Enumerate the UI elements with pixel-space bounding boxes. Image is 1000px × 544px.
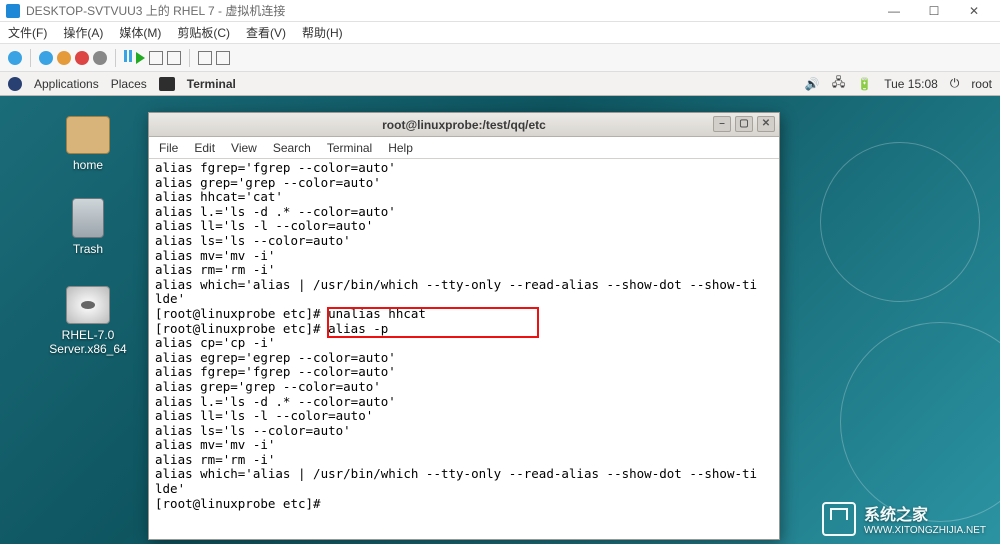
terminal-line: alias fgrep='fgrep --color=auto': [155, 161, 773, 176]
terminal-menu-edit[interactable]: Edit: [194, 141, 215, 155]
watermark-logo-icon: [822, 502, 856, 536]
desktop-icon-label: Trash: [40, 242, 136, 256]
toolbar-start-icon[interactable]: [39, 51, 53, 65]
terminal-line: alias fgrep='fgrep --color=auto': [155, 365, 773, 380]
terminal-minimize-button[interactable]: –: [713, 116, 731, 132]
terminal-line: alias mv='mv -i': [155, 249, 773, 264]
toolbar-shutdown-icon[interactable]: [75, 51, 89, 65]
host-menu-help[interactable]: 帮助(H): [302, 24, 343, 41]
terminal-line: alias ls='ls --color=auto': [155, 234, 773, 249]
toolbar-separator: [189, 49, 190, 67]
terminal-line: alias l.='ls -d .* --color=auto': [155, 205, 773, 220]
applications-menu[interactable]: Applications: [34, 77, 99, 91]
toolbar-share-icon[interactable]: [198, 51, 212, 65]
toolbar-enhanced-icon[interactable]: [216, 51, 230, 65]
system-tray: 🔊 🖧 🔋 Tue 15:08 ⏻ root: [805, 73, 992, 94]
toolbar-separator: [30, 49, 31, 67]
terminal-output[interactable]: alias fgrep='fgrep --color=auto'alias gr…: [149, 159, 779, 513]
terminal-title-bar[interactable]: root@linuxprobe:/test/qq/etc – ▢ ✕: [149, 113, 779, 137]
guest-display: Applications Places Terminal 🔊 🖧 🔋 Tue 1…: [0, 72, 1000, 544]
host-menu-media[interactable]: 媒体(M): [119, 24, 161, 41]
terminal-line: alias rm='rm -i': [155, 453, 773, 468]
terminal-line: alias ll='ls -l --color=auto': [155, 409, 773, 424]
desktop-icon-rhel-disc[interactable]: RHEL-7.0 Server.x86_64: [40, 286, 136, 356]
toolbar-ctrlaltdel-icon[interactable]: [8, 51, 22, 65]
host-menu-file[interactable]: 文件(F): [8, 24, 47, 41]
host-toolbar: [0, 44, 1000, 72]
sound-icon[interactable]: 🔊: [805, 77, 820, 91]
terminal-line: alias rm='rm -i': [155, 263, 773, 278]
host-menu-clipboard[interactable]: 剪贴板(C): [177, 24, 230, 41]
folder-icon: [66, 116, 110, 154]
watermark-name: 系统之家: [864, 501, 986, 525]
terminal-line: alias grep='grep --color=auto': [155, 176, 773, 191]
desktop-icon-home[interactable]: home: [40, 116, 136, 172]
toolbar-separator: [115, 49, 116, 67]
terminal-menu-view[interactable]: View: [231, 141, 257, 155]
host-menu-action[interactable]: 操作(A): [63, 24, 103, 41]
terminal-line: lde': [155, 482, 773, 497]
desktop-icon-trash[interactable]: Trash: [40, 198, 136, 256]
network-icon[interactable]: 🖧: [832, 73, 845, 94]
clock-label[interactable]: Tue 15:08: [884, 77, 938, 91]
toolbar-save-icon[interactable]: [93, 51, 107, 65]
terminal-line: alias grep='grep --color=auto': [155, 380, 773, 395]
host-title-bar: DESKTOP-SVTVUU3 上的 RHEL 7 - 虚拟机连接 — ☐ ✕: [0, 0, 1000, 22]
terminal-line: [root@linuxprobe etc]#: [155, 497, 773, 512]
toolbar-resume-icon[interactable]: [136, 52, 145, 64]
terminal-line: alias ls='ls --color=auto': [155, 424, 773, 439]
decorative-circle: [820, 142, 980, 302]
gnome-top-bar: Applications Places Terminal 🔊 🖧 🔋 Tue 1…: [0, 72, 1000, 96]
host-minimize-button[interactable]: —: [874, 4, 914, 18]
activities-icon[interactable]: [8, 77, 22, 91]
terminal-line: [root@linuxprobe etc]# alias -p: [155, 322, 773, 337]
vm-icon: [6, 4, 20, 18]
terminal-menu-bar: File Edit View Search Terminal Help: [149, 137, 779, 159]
terminal-line: lde': [155, 292, 773, 307]
terminal-line: [root@linuxprobe etc]# unalias hhcat: [155, 307, 773, 322]
terminal-line: alias which='alias | /usr/bin/which --tt…: [155, 467, 773, 482]
terminal-line: alias egrep='egrep --color=auto': [155, 351, 773, 366]
toolbar-checkpoint-icon[interactable]: [149, 51, 163, 65]
toolbar-turnoff-icon[interactable]: [57, 51, 71, 65]
user-menu[interactable]: root: [971, 77, 992, 91]
toolbar-revert-icon[interactable]: [167, 51, 181, 65]
host-menu-bar: 文件(F) 操作(A) 媒体(M) 剪贴板(C) 查看(V) 帮助(H): [0, 22, 1000, 44]
terminal-line: alias which='alias | /usr/bin/which --tt…: [155, 278, 773, 293]
terminal-line: alias l.='ls -d .* --color=auto': [155, 395, 773, 410]
desktop-icon-label: home: [40, 158, 136, 172]
watermark: 系统之家 WWW.XITONGZHIJIA.NET: [822, 501, 986, 536]
host-window-title: DESKTOP-SVTVUU3 上的 RHEL 7 - 虚拟机连接: [26, 2, 285, 19]
terminal-maximize-button[interactable]: ▢: [735, 116, 753, 132]
battery-icon[interactable]: 🔋: [857, 77, 872, 91]
terminal-window: root@linuxprobe:/test/qq/etc – ▢ ✕ File …: [148, 112, 780, 540]
active-app-label[interactable]: Terminal: [187, 77, 236, 91]
decorative-circle: [840, 322, 1000, 522]
terminal-menu-file[interactable]: File: [159, 141, 178, 155]
host-close-button[interactable]: ✕: [954, 4, 994, 18]
disc-icon: [66, 286, 110, 324]
poweroff-icon[interactable]: ⏻: [950, 76, 960, 91]
terminal-line: alias cp='cp -i': [155, 336, 773, 351]
toolbar-pause-icon[interactable]: [124, 50, 132, 65]
terminal-menu-terminal[interactable]: Terminal: [327, 141, 372, 155]
terminal-title: root@linuxprobe:/test/qq/etc: [382, 118, 546, 132]
desktop-icon-label: RHEL-7.0 Server.x86_64: [40, 328, 136, 356]
trash-icon: [72, 198, 104, 238]
watermark-url: WWW.XITONGZHIJIA.NET: [864, 525, 986, 536]
terminal-app-icon[interactable]: [159, 77, 175, 91]
terminal-menu-search[interactable]: Search: [273, 141, 311, 155]
terminal-line: alias mv='mv -i': [155, 438, 773, 453]
terminal-close-button[interactable]: ✕: [757, 116, 775, 132]
host-menu-view[interactable]: 查看(V): [246, 24, 286, 41]
host-maximize-button[interactable]: ☐: [914, 4, 954, 18]
terminal-line: alias hhcat='cat': [155, 190, 773, 205]
terminal-line: alias ll='ls -l --color=auto': [155, 219, 773, 234]
terminal-menu-help[interactable]: Help: [388, 141, 413, 155]
places-menu[interactable]: Places: [111, 77, 147, 91]
